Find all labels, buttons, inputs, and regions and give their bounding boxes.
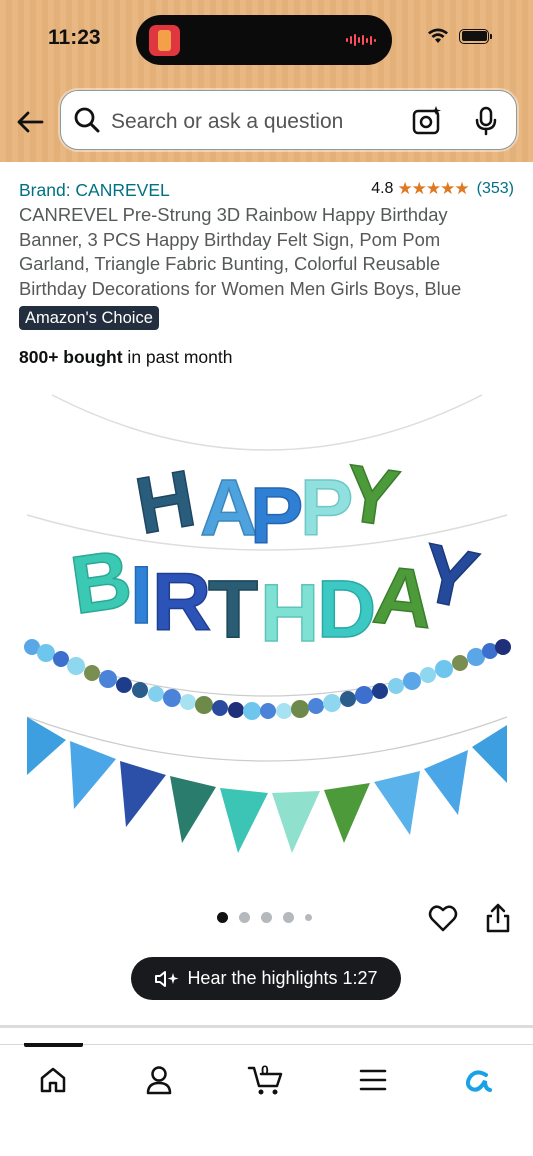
- brand-link[interactable]: Brand: CANREVEL: [19, 180, 170, 201]
- rating-count-link[interactable]: (353): [477, 180, 514, 198]
- back-arrow-icon[interactable]: [14, 106, 46, 138]
- cart-count: 0: [261, 1062, 269, 1078]
- product-title: CANREVEL Pre-Strung 3D Rainbow Happy Bir…: [19, 204, 462, 299]
- nav-home[interactable]: [33, 1062, 73, 1098]
- status-icons: [427, 28, 492, 44]
- carousel-dot-4[interactable]: [283, 912, 294, 923]
- purchase-count-rest: in past month: [122, 347, 233, 367]
- letter-h: H: [129, 453, 201, 551]
- nav-active-indicator: [24, 1043, 83, 1047]
- rufus-assistant-icon: [465, 1070, 492, 1092]
- carousel-dot-2[interactable]: [239, 912, 250, 923]
- letter-y2: Y: [413, 527, 485, 627]
- carousel-dots[interactable]: [217, 912, 312, 923]
- banner-string-top: [51, 394, 483, 451]
- letter-r: R: [152, 557, 211, 648]
- person-icon: [146, 1066, 172, 1095]
- letter-y: Y: [339, 448, 404, 544]
- carousel-dot-5[interactable]: [305, 914, 312, 921]
- dynamic-island[interactable]: [136, 15, 392, 65]
- home-icon: [40, 1067, 66, 1093]
- live-activity-app-icon: [149, 25, 180, 56]
- nav-menu[interactable]: [353, 1062, 393, 1098]
- carousel-dot-3[interactable]: [261, 912, 272, 923]
- camera-search-icon[interactable]: [411, 105, 443, 137]
- rating-summary[interactable]: 4.8 ★★★★★ (353): [371, 179, 514, 199]
- hamburger-menu-icon: [359, 1069, 387, 1091]
- amazons-choice-badge[interactable]: Amazon's Choice: [19, 306, 159, 330]
- letter-t: T: [208, 564, 258, 655]
- search-icon: [74, 107, 100, 133]
- nav-account[interactable]: [139, 1062, 179, 1098]
- header: 11:23 Search or ask a question: [0, 0, 533, 162]
- bottom-nav: 0: [0, 1043, 533, 1156]
- purchase-count-bold: 800+ bought: [19, 347, 123, 367]
- purchase-count: 800+ bought in past month: [19, 347, 232, 368]
- nav-rufus[interactable]: [459, 1062, 499, 1098]
- letter-b: B: [66, 533, 137, 631]
- battery-icon: [459, 28, 492, 44]
- search-input[interactable]: Search or ask a question: [111, 110, 343, 134]
- product-image[interactable]: H A P P Y B I R T H D A Y: [22, 385, 512, 865]
- letter-h2: H: [260, 568, 319, 659]
- heart-icon[interactable]: [428, 903, 458, 933]
- star-rating-icon: ★★★★★: [397, 179, 469, 198]
- share-icon[interactable]: [484, 902, 512, 934]
- audio-waveform-icon: [346, 34, 376, 46]
- speaker-sparkle-icon: [155, 970, 179, 987]
- letter-d: D: [317, 564, 376, 655]
- happy-letters: H A P P Y: [128, 447, 405, 561]
- carousel-dot-1[interactable]: [217, 912, 228, 923]
- status-time: 11:23: [48, 26, 101, 49]
- wifi-icon: [428, 28, 448, 43]
- hear-highlights-button[interactable]: Hear the highlights 1:27: [131, 957, 401, 1000]
- hear-highlights-label: Hear the highlights 1:27: [187, 968, 378, 988]
- section-divider: [0, 1025, 533, 1028]
- nav-cart[interactable]: 0: [246, 1062, 286, 1098]
- microphone-icon[interactable]: [471, 105, 501, 137]
- rating-value: 4.8: [371, 180, 394, 197]
- triangle-bunting: [27, 717, 507, 853]
- search-bar[interactable]: Search or ask a question: [60, 90, 517, 150]
- letter-i: I: [130, 550, 153, 641]
- letter-p1: P: [250, 471, 303, 560]
